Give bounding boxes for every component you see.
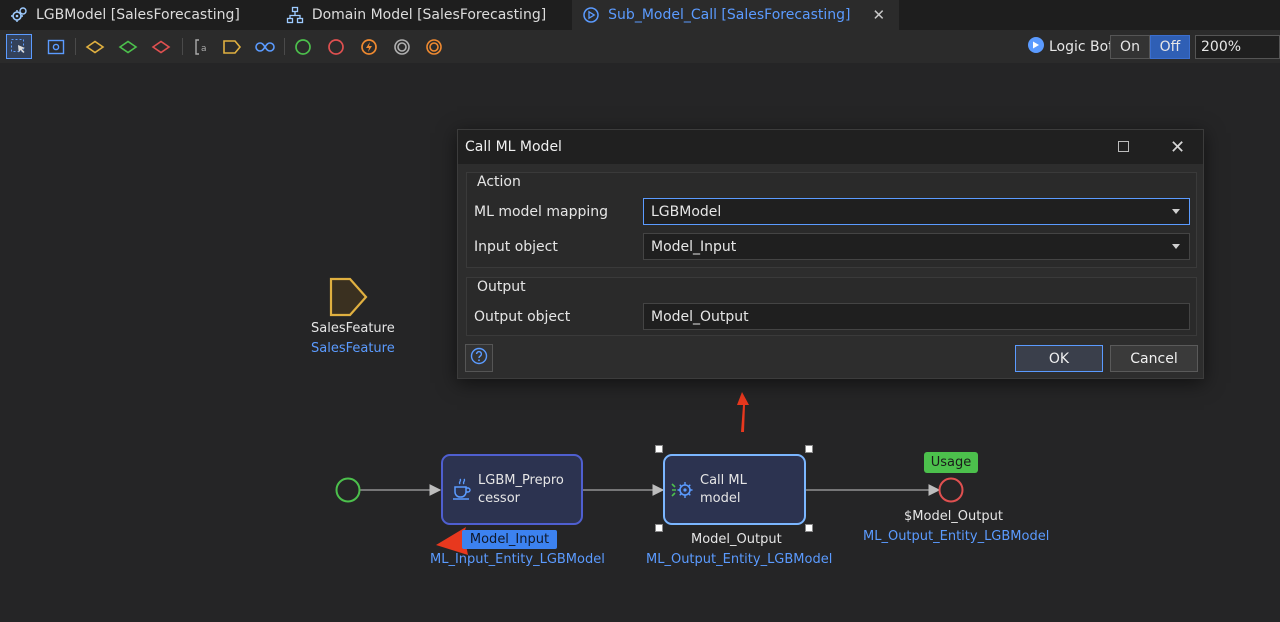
help-button[interactable] <box>465 344 493 372</box>
resize-handle-top-left[interactable] <box>655 445 663 453</box>
output-object-label: Output object <box>474 309 571 325</box>
output-object-value: Model_Output <box>651 308 749 325</box>
output-object-field[interactable]: Model_Output <box>643 303 1190 330</box>
call-ml-output-type[interactable]: ML_Output_Entity_LGBModel <box>646 552 832 567</box>
close-icon[interactable]: ✕ <box>1170 137 1185 158</box>
action-group: Action ML model mapping LGBModel Input o… <box>466 172 1197 268</box>
help-icon <box>470 347 488 369</box>
preprocessor-label-line1: LGBM_Prepro <box>478 473 564 488</box>
input-object-combo[interactable]: Model_Input <box>643 233 1190 260</box>
call-ml-label-line2: model <box>700 491 741 506</box>
ml-model-mapping-combo[interactable]: LGBModel <box>643 198 1190 225</box>
dialog-title-bar: Call ML Model ✕ <box>458 130 1203 164</box>
resize-handle-bottom-left[interactable] <box>655 524 663 532</box>
input-object-label: Input object <box>474 239 558 255</box>
resize-handle-bottom-right[interactable] <box>805 524 813 532</box>
java-action-icon <box>452 478 472 504</box>
annotation-arrow-up <box>737 392 749 432</box>
ml-model-mapping-label: ML model mapping <box>474 204 609 220</box>
chevron-down-icon <box>1172 209 1180 214</box>
preprocessor-activity[interactable]: LGBM_Prepro cessor <box>441 454 583 525</box>
end-return-value: $Model_Output <box>904 509 1003 524</box>
preprocessor-label-line2: cessor <box>478 491 520 506</box>
maximize-icon[interactable] <box>1118 141 1129 152</box>
call-ml-label-line1: Call ML <box>700 473 747 488</box>
ok-button[interactable]: OK <box>1015 345 1103 372</box>
action-group-title: Action <box>477 174 521 190</box>
ml-model-icon <box>671 478 693 506</box>
call-ml-output-name: Model_Output <box>691 532 782 547</box>
parameter-type[interactable]: SalesFeature <box>311 341 395 356</box>
output-group: Output Output object Model_Output <box>466 277 1197 336</box>
ml-model-mapping-value: LGBModel <box>651 203 722 220</box>
start-event <box>335 477 361 503</box>
dialog-title: Call ML Model <box>465 139 562 155</box>
chevron-down-icon <box>1172 244 1180 249</box>
resize-handle-top-right[interactable] <box>805 445 813 453</box>
output-group-title: Output <box>477 279 526 295</box>
call-ml-model-activity[interactable]: Call ML model <box>663 454 806 525</box>
usage-badge: Usage <box>924 452 978 473</box>
parameter-icon <box>329 277 368 317</box>
parameter-name: SalesFeature <box>311 321 395 336</box>
end-return-type[interactable]: ML_Output_Entity_LGBModel <box>863 529 1049 544</box>
cancel-button[interactable]: Cancel <box>1110 345 1198 372</box>
call-ml-model-dialog: Call ML Model ✕ Action ML model mapping … <box>457 129 1204 379</box>
end-event <box>938 477 964 503</box>
output-variable-badge[interactable]: Model_Input <box>462 530 557 549</box>
preprocessor-output-type[interactable]: ML_Input_Entity_LGBModel <box>430 552 605 567</box>
input-object-value: Model_Input <box>651 238 737 255</box>
